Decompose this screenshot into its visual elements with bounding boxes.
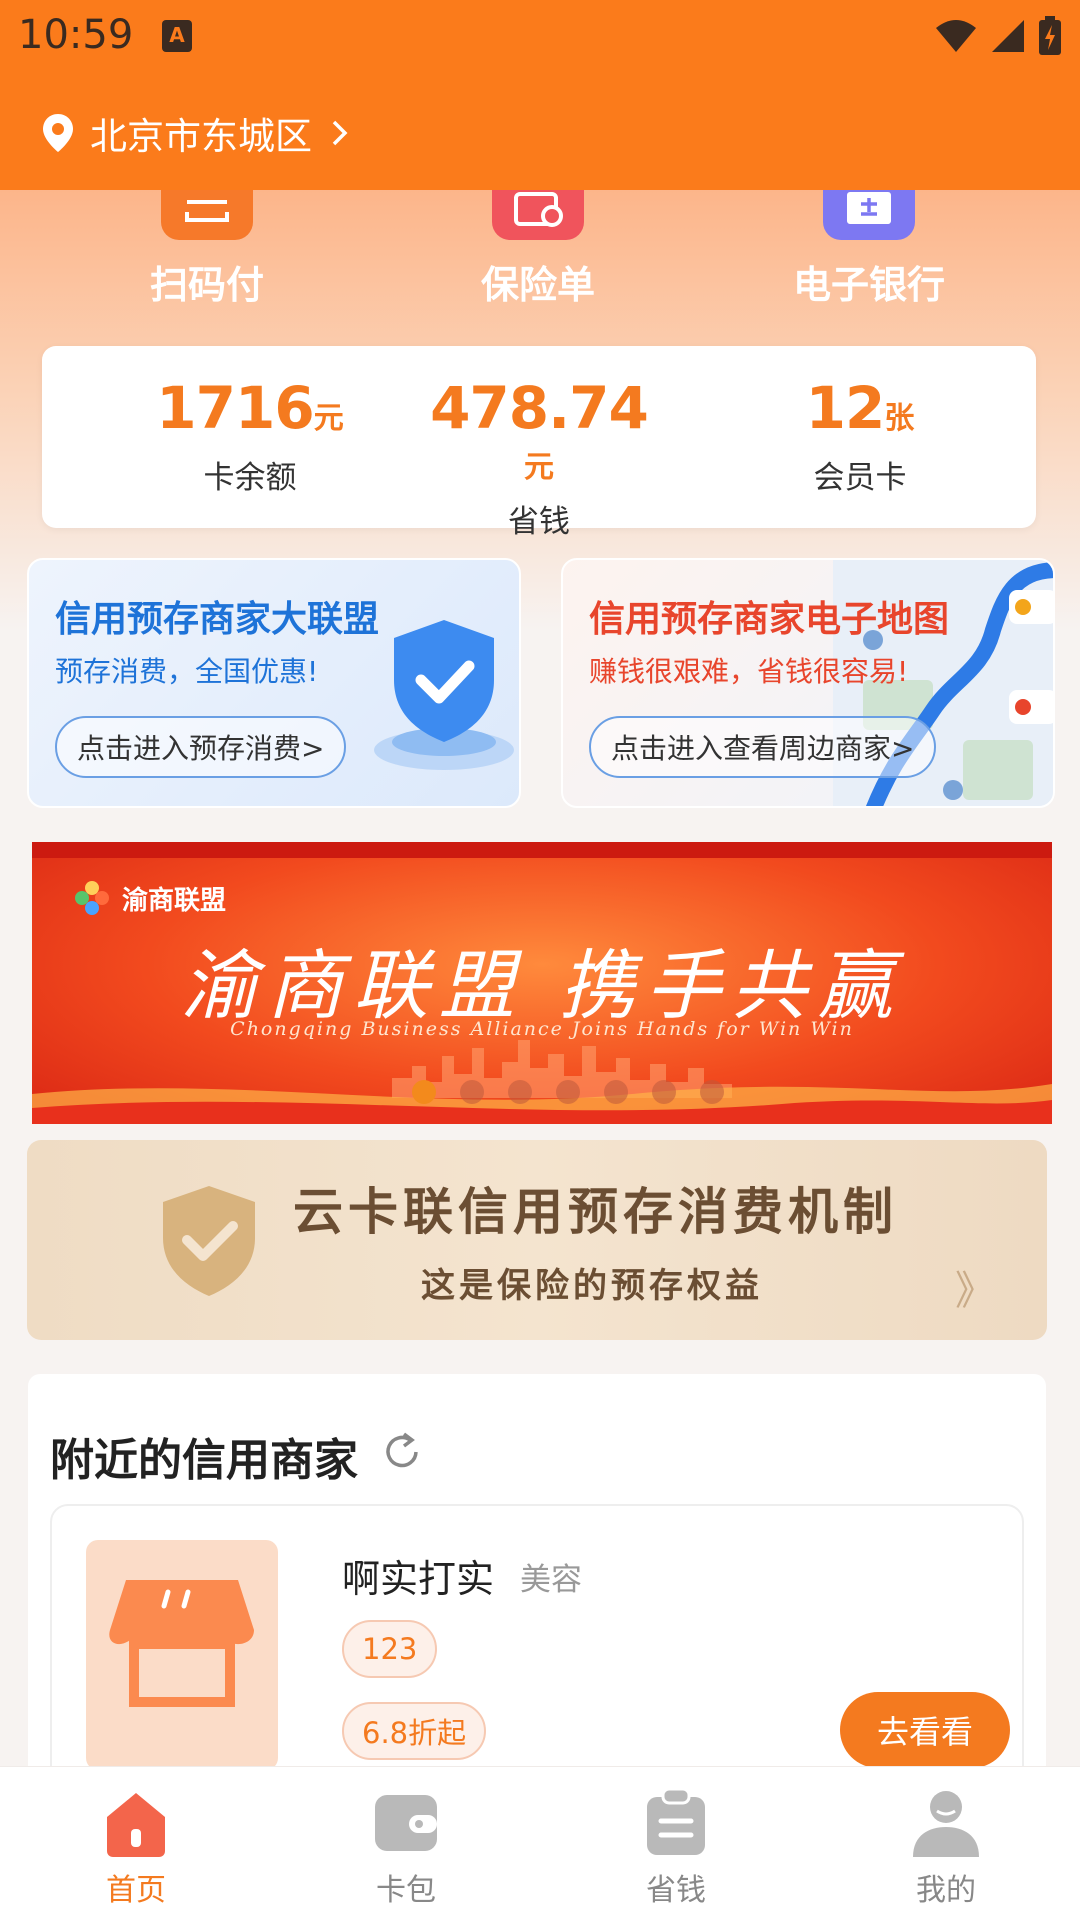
carousel-dot[interactable] — [652, 1080, 676, 1104]
location-label: 北京市东城区 — [90, 115, 312, 158]
carousel-dot[interactable] — [604, 1080, 628, 1104]
stat-label: 卡余额 — [203, 460, 297, 496]
nav-label: 我的 — [916, 1873, 976, 1908]
double-chevron-icon: 》 — [955, 1268, 995, 1314]
carousel-dot[interactable] — [556, 1080, 580, 1104]
stat-value: 1716 — [156, 374, 314, 442]
location-pin-icon — [43, 114, 73, 152]
banner-subtitle: Chongqing Business Alliance Joins Hands … — [230, 1018, 854, 1040]
storefront-icon — [109, 1580, 254, 1707]
promo-subtitle: 赚钱很艰难，省钱很容易! — [589, 655, 909, 688]
mechanism-title: 云卡联信用预存消费机制 — [293, 1183, 898, 1241]
merchant-discount-tag: 6.8折起 — [342, 1702, 487, 1760]
merchant-category: 美容 — [520, 1562, 582, 1598]
stat-value: 478.74 — [430, 374, 649, 442]
home-icon — [107, 1793, 165, 1857]
promo-subtitle: 预存消费，全国优惠! — [55, 655, 319, 688]
merchant-name: 啊实打实 — [342, 1557, 495, 1601]
carousel-dot[interactable] — [700, 1080, 724, 1104]
banner-logo: 渝商联盟 — [72, 878, 226, 918]
stat-value: 12 — [805, 374, 886, 442]
battery-icon — [1039, 16, 1061, 55]
section-title: 附近的信用商家 — [50, 1435, 358, 1486]
mechanism-subtitle: 这是保险的预存权益 — [421, 1266, 763, 1306]
merchant-tag: 123 — [342, 1620, 438, 1678]
home-content: 扫码付 保险单 电子银行 1716元 卡余额 478.74元 省钱 12张 会员… — [0, 190, 1080, 1766]
user-icon — [913, 1791, 979, 1857]
status-icons — [934, 14, 1062, 58]
nav-label: 卡包 — [376, 1873, 436, 1908]
nav-tab-wallet[interactable]: 卡包 — [346, 1785, 466, 1909]
account-stats-card: 1716元 卡余额 478.74元 省钱 12张 会员卡 — [42, 346, 1036, 540]
promo-enter-button[interactable]: 点击进入预存消费> — [55, 716, 347, 778]
merchant-card[interactable]: 啊实打实 美容 123 6.8折起 去看看 — [50, 1504, 1024, 1766]
refresh-icon[interactable] — [380, 1430, 424, 1474]
promo-title: 信用预存商家电子地图 — [589, 599, 950, 640]
stat-unit: 元 — [524, 450, 554, 485]
policy-icon — [492, 190, 584, 240]
nav-tab-profile[interactable]: 我的 — [886, 1785, 1006, 1909]
alliance-logo-icon — [75, 881, 109, 915]
nav-label: 首页 — [106, 1873, 166, 1908]
status-time: 10:59 — [18, 12, 134, 58]
promo-enter-button[interactable]: 点击进入查看周边商家> — [589, 716, 937, 778]
bottom-navigation: 首页 卡包 省钱 我的 — [0, 1766, 1080, 1920]
stat-label: 省钱 — [508, 504, 570, 540]
carousel-dot[interactable] — [460, 1080, 484, 1104]
quick-action-label: 保险单 — [480, 263, 595, 307]
nearby-merchants-section: 附近的信用商家 啊实打实 美容 123 6.8折起 去看看 — [28, 1374, 1046, 1766]
app-header: 10:59 A 北京市东城区 — [0, 0, 1080, 190]
quick-action-ebank[interactable]: 电子银行 — [759, 190, 979, 320]
signal-icon — [992, 20, 1024, 52]
nav-tab-savings[interactable]: 省钱 — [616, 1785, 736, 1909]
ebank-icon — [823, 190, 915, 240]
promo-card-map[interactable]: 信用预存商家电子地图 赚钱很艰难，省钱很容易! 点击进入查看周边商家> — [561, 558, 1055, 808]
merchant-thumbnail — [86, 1540, 278, 1766]
promo-card-alliance[interactable]: 信用预存商家大联盟 预存消费，全国优惠! 点击进入预存消费> — [27, 558, 521, 808]
quick-action-policy[interactable]: 保险单 — [428, 190, 648, 320]
stat-card-balance[interactable]: 1716元 卡余额 — [130, 374, 370, 497]
stat-unit: 张 — [884, 401, 915, 436]
nav-tab-home[interactable]: 首页 — [76, 1785, 196, 1909]
quick-action-label: 扫码付 — [149, 263, 264, 307]
stat-unit: 元 — [313, 401, 344, 436]
stat-member-cards[interactable]: 12张 会员卡 — [740, 374, 980, 497]
carousel-indicator — [412, 1080, 724, 1104]
carousel-dot[interactable] — [508, 1080, 532, 1104]
quick-action-scan-pay[interactable]: 扫码付 — [97, 190, 317, 320]
nav-label: 省钱 — [646, 1873, 706, 1908]
visit-merchant-button[interactable]: 去看看 — [840, 1692, 1010, 1766]
promo-banner-carousel[interactable]: 渝商联盟 渝商联盟 携手共赢 Chongqing Business Allian… — [32, 842, 1052, 1124]
status-bar: 10:59 A — [0, 0, 1080, 72]
scan-icon — [161, 190, 253, 240]
shield-check-icon — [374, 620, 514, 770]
notification-icon: A — [162, 20, 192, 52]
carousel-dot-active[interactable] — [412, 1080, 436, 1104]
stat-label: 会员卡 — [813, 460, 907, 496]
wifi-icon — [936, 20, 976, 52]
wallet-icon — [375, 1795, 437, 1851]
banner-logo-text: 渝商联盟 — [122, 885, 227, 916]
promo-title: 信用预存商家大联盟 — [55, 599, 380, 640]
chevron-right-icon — [332, 120, 348, 146]
credit-mechanism-card[interactable]: 云卡联信用预存消费机制 这是保险的预存权益 》 — [27, 1140, 1047, 1340]
quick-action-label: 电子银行 — [792, 263, 945, 307]
location-selector[interactable]: 北京市东城区 — [40, 108, 354, 158]
clipboard-icon — [647, 1787, 705, 1855]
shield-badge-icon — [163, 1186, 255, 1296]
stat-saved[interactable]: 478.74 元 省钱 — [419, 374, 659, 541]
